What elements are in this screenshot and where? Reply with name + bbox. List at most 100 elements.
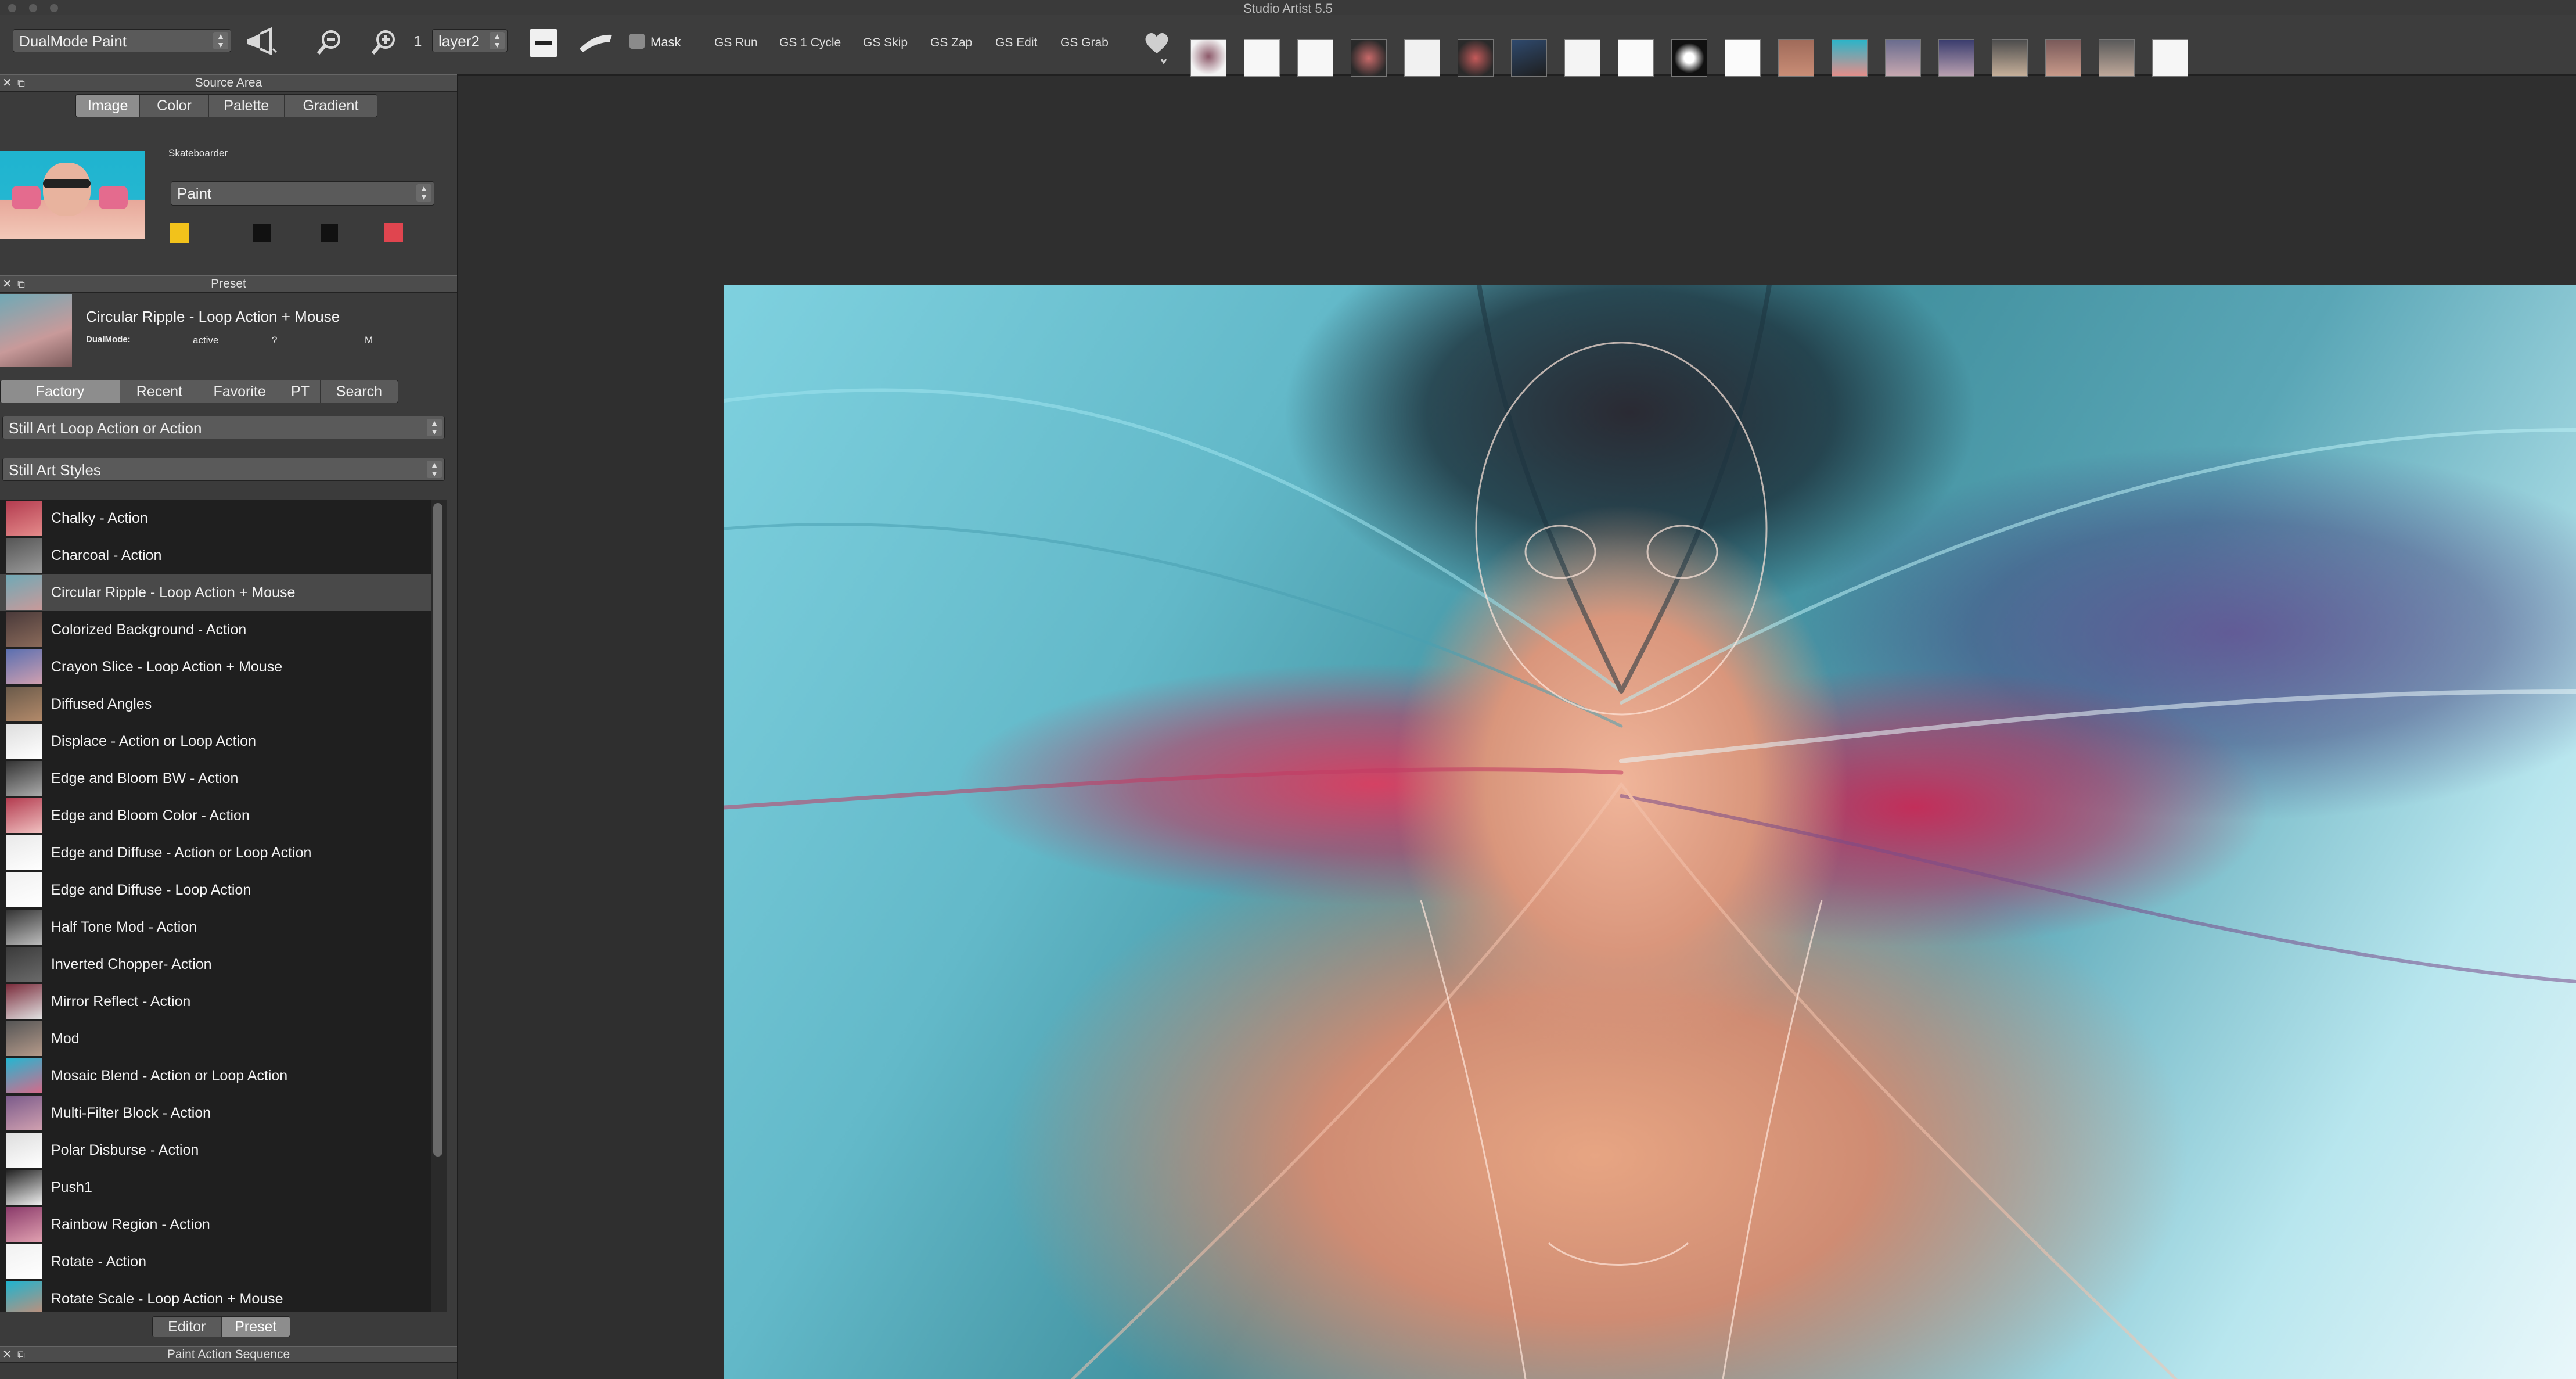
preset-list-item[interactable]: Mod bbox=[0, 1020, 431, 1057]
gs-thumbnail-2[interactable] bbox=[1244, 39, 1280, 77]
gs-thumbnail-19[interactable] bbox=[2152, 39, 2188, 77]
tab-search[interactable]: Search bbox=[320, 380, 398, 403]
brush-stroke-icon[interactable] bbox=[530, 29, 557, 57]
source-image-thumbnail[interactable] bbox=[0, 151, 145, 239]
gs-thumbnail-8[interactable] bbox=[1564, 39, 1600, 77]
tab-editor[interactable]: Editor bbox=[153, 1317, 222, 1337]
gs-zap-button[interactable]: GS Zap bbox=[930, 36, 972, 50]
preset-list-item[interactable]: Inverted Chopper- Action bbox=[0, 946, 431, 983]
paint-canvas[interactable] bbox=[724, 285, 2576, 1379]
detach-panel-icon[interactable]: ⧉ bbox=[17, 1347, 25, 1362]
tab-factory[interactable]: Factory bbox=[1, 380, 120, 403]
scrollbar-thumb[interactable] bbox=[433, 503, 442, 1157]
source-mode-select[interactable]: Paint ▲ ▼ bbox=[171, 181, 434, 206]
tab-image[interactable]: Image bbox=[76, 95, 141, 117]
zoom-out-icon[interactable] bbox=[315, 28, 344, 57]
gs-thumbnail-7[interactable] bbox=[1511, 39, 1547, 77]
tab-color[interactable]: Color bbox=[140, 95, 209, 117]
preset-list-item[interactable]: Circular Ripple - Loop Action + Mouse bbox=[0, 574, 431, 611]
tab-recent[interactable]: Recent bbox=[120, 380, 199, 403]
tab-palette[interactable]: Palette bbox=[208, 95, 285, 117]
preset-list-item[interactable]: Edge and Bloom BW - Action bbox=[0, 760, 431, 797]
gs-thumbnail-6[interactable] bbox=[1458, 39, 1494, 77]
detach-panel-icon[interactable]: ⧉ bbox=[17, 75, 25, 91]
gs-thumbnail-15[interactable] bbox=[1938, 39, 1974, 77]
preset-list-item[interactable]: Colorized Background - Action bbox=[0, 611, 431, 648]
gs-thumbnail-4[interactable] bbox=[1351, 39, 1387, 77]
preset-list-scrollbar[interactable] bbox=[431, 500, 447, 1312]
close-panel-icon[interactable]: ✕ bbox=[2, 75, 12, 91]
preset-thumbnail-icon bbox=[6, 501, 42, 536]
mask-checkbox[interactable] bbox=[629, 34, 645, 49]
gs-thumbnail-9[interactable] bbox=[1618, 39, 1654, 77]
layer-select[interactable]: layer2 ▲ ▼ bbox=[432, 29, 508, 52]
preset-thumbnail-icon bbox=[6, 835, 42, 870]
preset-list-item[interactable]: Mirror Reflect - Action bbox=[0, 983, 431, 1020]
preset-list-item[interactable]: Push1 bbox=[0, 1169, 431, 1206]
source-image-name: Skateboarder bbox=[168, 148, 228, 159]
gs-thumbnail-13[interactable] bbox=[1832, 39, 1868, 77]
gs-edit-button[interactable]: GS Edit bbox=[995, 36, 1037, 50]
detach-panel-icon[interactable]: ⧉ bbox=[17, 276, 25, 292]
gs-grab-button[interactable]: GS Grab bbox=[1060, 36, 1109, 50]
source-color-swatch-2[interactable] bbox=[253, 224, 271, 242]
gs-run-button[interactable]: GS Run bbox=[714, 36, 758, 50]
gs-thumbnail-18[interactable] bbox=[2099, 39, 2135, 77]
preset-list-item[interactable]: Polar Disburse - Action bbox=[0, 1132, 431, 1169]
dualmode-help[interactable]: ? bbox=[272, 335, 277, 346]
heart-icon[interactable] bbox=[1141, 28, 1173, 65]
close-panel-icon[interactable]: ✕ bbox=[2, 1347, 12, 1362]
source-color-swatch-1[interactable] bbox=[170, 223, 189, 243]
tab-favorite[interactable]: Favorite bbox=[199, 380, 281, 403]
dualmode-status[interactable]: active bbox=[193, 335, 218, 346]
gs-thumbnail-1[interactable] bbox=[1190, 39, 1226, 77]
gs-thumbnail-17[interactable] bbox=[2045, 39, 2081, 77]
gs-1-cycle-button[interactable]: GS 1 Cycle bbox=[779, 36, 841, 50]
gs-thumbnail-12[interactable] bbox=[1778, 39, 1814, 77]
preset-list-item[interactable]: Edge and Bloom Color - Action bbox=[0, 797, 431, 834]
preset-list-item[interactable]: Mosaic Blend - Action or Loop Action bbox=[0, 1057, 431, 1094]
paint-brush-icon[interactable] bbox=[577, 28, 616, 57]
paint-action-sequence-header: ✕ ⧉ Paint Action Sequence bbox=[0, 1346, 457, 1363]
mode-select[interactable]: DualMode Paint ▲ ▼ bbox=[13, 29, 231, 52]
source-color-swatch-4[interactable] bbox=[384, 223, 403, 242]
preset-category-select[interactable]: Still Art Loop Action or Action ▲ ▼ bbox=[2, 416, 445, 439]
preset-list-item[interactable]: Rotate - Action bbox=[0, 1243, 431, 1280]
source-area-header: ✕ ⧉ Source Area bbox=[0, 74, 457, 92]
gs-skip-button[interactable]: GS Skip bbox=[863, 36, 908, 50]
preset-thumbnail-icon bbox=[6, 872, 42, 907]
gs-thumbnail-16[interactable] bbox=[1992, 39, 2028, 77]
tab-gradient[interactable]: Gradient bbox=[284, 95, 377, 117]
preset-style-select[interactable]: Still Art Styles ▲ ▼ bbox=[2, 458, 445, 481]
dualmode-mouse[interactable]: M bbox=[365, 335, 373, 346]
preset-list-item[interactable]: Charcoal - Action bbox=[0, 537, 431, 574]
preset-list-item[interactable]: Rainbow Region - Action bbox=[0, 1206, 431, 1243]
gs-thumbnail-3[interactable] bbox=[1297, 39, 1333, 77]
close-panel-icon[interactable]: ✕ bbox=[2, 276, 12, 292]
preset-tabs: Factory Recent Favorite PT Search bbox=[0, 380, 398, 403]
tab-pt[interactable]: PT bbox=[280, 380, 321, 403]
gs-thumbnail-5[interactable] bbox=[1404, 39, 1440, 77]
preset-thumbnail-icon bbox=[6, 947, 42, 982]
preset-list-item[interactable]: Edge and Diffuse - Loop Action bbox=[0, 871, 431, 908]
preset-list-item[interactable]: Edge and Diffuse - Action or Loop Action bbox=[0, 834, 431, 871]
gs-thumbnail-11[interactable] bbox=[1725, 39, 1761, 77]
preset-list-item[interactable]: Diffused Angles bbox=[0, 685, 431, 723]
source-color-swatch-3[interactable] bbox=[321, 224, 338, 242]
layer-select-value: layer2 bbox=[438, 33, 480, 50]
preset-list-item-label: Edge and Diffuse - Action or Loop Action bbox=[51, 845, 312, 861]
updown-arrows-icon: ▲ ▼ bbox=[416, 184, 431, 202]
preset-list-item[interactable]: Displace - Action or Loop Action bbox=[0, 723, 431, 760]
preset-list-item[interactable]: Half Tone Mod - Action bbox=[0, 908, 431, 946]
zoom-in-icon[interactable] bbox=[369, 28, 398, 57]
tab-preset[interactable]: Preset bbox=[221, 1317, 290, 1337]
preset-list-item[interactable]: Crayon Slice - Loop Action + Mouse bbox=[0, 648, 431, 685]
megaphone-icon[interactable] bbox=[243, 27, 279, 56]
preset-list-item[interactable]: Multi-Filter Block - Action bbox=[0, 1094, 431, 1132]
gs-thumbnail-14[interactable] bbox=[1885, 39, 1921, 77]
updown-arrows-icon: ▲ ▼ bbox=[427, 461, 442, 478]
preset-list-item[interactable]: Chalky - Action bbox=[0, 500, 431, 537]
gs-thumbnail-10[interactable] bbox=[1671, 39, 1707, 77]
preset-thumbnail-icon bbox=[6, 649, 42, 684]
source-mode-value: Paint bbox=[177, 185, 212, 202]
